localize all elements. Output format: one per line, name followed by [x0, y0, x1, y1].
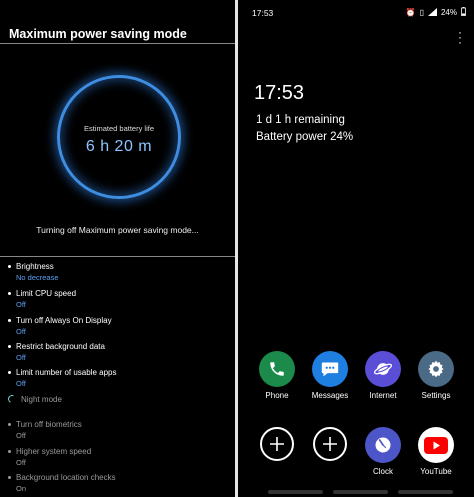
bullet-icon — [8, 292, 11, 295]
app-label: Settings — [421, 391, 451, 400]
status-bar-icons: ⏰ ▯ 24% — [406, 7, 466, 18]
option-status: Off — [16, 458, 26, 467]
add-app-slot-1[interactable] — [251, 427, 303, 461]
bullet-icon — [8, 345, 11, 348]
bullet-icon — [8, 476, 11, 479]
status-bar-time: 17:53 — [252, 8, 274, 18]
phone-icon — [259, 351, 295, 387]
option-name: Turn off biometrics — [16, 420, 82, 429]
dock-indicator-middle — [333, 490, 388, 494]
option-status: Off — [16, 300, 26, 309]
bullet-icon — [8, 423, 11, 426]
add-app-icon — [313, 427, 347, 461]
battery-icon — [461, 7, 466, 18]
battery-percent: 24% — [440, 8, 457, 17]
loading-spinner-icon — [6, 393, 18, 405]
page-title: Maximum power saving mode — [9, 27, 187, 41]
bullet-icon — [8, 450, 11, 453]
bullet-icon — [8, 371, 11, 374]
home-screen: 17:53 ⏰ ▯ 24% · · · 17:53 1 d 1 h remainin… — [238, 0, 474, 497]
estimated-battery-label: Estimated battery life — [83, 124, 155, 133]
signal-icon — [427, 7, 437, 18]
option-status: Off — [16, 379, 26, 388]
app-youtube[interactable]: YouTube — [410, 427, 462, 476]
app-label: Messages — [311, 391, 349, 400]
bullet-icon — [8, 319, 11, 322]
option-status: On — [16, 484, 27, 493]
app-settings[interactable]: Settings — [410, 351, 462, 400]
option-status: Off — [16, 353, 26, 362]
add-app-icon — [260, 427, 294, 461]
app-label: Phone — [265, 391, 289, 400]
option-status: Off — [16, 327, 26, 336]
more-options-icon[interactable]: · · · — [458, 26, 462, 48]
option-name: Brightness — [16, 262, 54, 271]
option-name: Limit number of usable apps — [16, 368, 117, 377]
power-saving-panel: Maximum power saving mode Estimated batt… — [0, 0, 235, 497]
internet-icon — [365, 351, 401, 387]
dock-indicator-left — [268, 490, 323, 494]
app-phone[interactable]: Phone — [251, 351, 303, 400]
bullet-icon — [8, 265, 11, 268]
app-clock[interactable]: Clock — [357, 427, 409, 476]
settings-icon — [418, 351, 454, 387]
option-name: Night mode — [21, 395, 62, 404]
vibrate-icon: ▯ — [419, 8, 424, 17]
option-name: Higher system speed — [16, 447, 92, 456]
dock-indicator-right — [398, 490, 453, 494]
app-label: YouTube — [420, 467, 452, 476]
option-name: Limit CPU speed — [16, 289, 77, 298]
estimated-battery-value: 6 h 20 m — [85, 138, 153, 155]
turning-off-message: Turning off Maximum power saving mode... — [36, 225, 199, 235]
battery-life-ring — [57, 75, 181, 199]
clock-icon — [365, 427, 401, 463]
option-status: No decrease — [16, 273, 59, 282]
option-name: Restrict background data — [16, 342, 105, 351]
app-label: Internet — [369, 391, 397, 400]
add-app-slot-2[interactable] — [304, 427, 356, 461]
messages-icon — [312, 351, 348, 387]
battery-remaining-time: 1 d 1 h remaining — [256, 114, 345, 126]
section-divider — [0, 256, 235, 257]
youtube-icon — [418, 427, 454, 463]
app-messages[interactable]: Messages — [304, 351, 356, 400]
option-name: Turn off Always On Display — [16, 316, 112, 325]
title-divider — [0, 43, 235, 44]
option-status: Off — [16, 431, 26, 440]
option-name: Background location checks — [16, 473, 116, 482]
app-internet[interactable]: Internet — [357, 351, 409, 400]
clock-widget-time: 17:53 — [254, 82, 305, 104]
app-label: Clock — [372, 467, 393, 476]
alarm-icon: ⏰ — [405, 8, 416, 17]
battery-power-level: Battery power 24% — [256, 131, 354, 143]
